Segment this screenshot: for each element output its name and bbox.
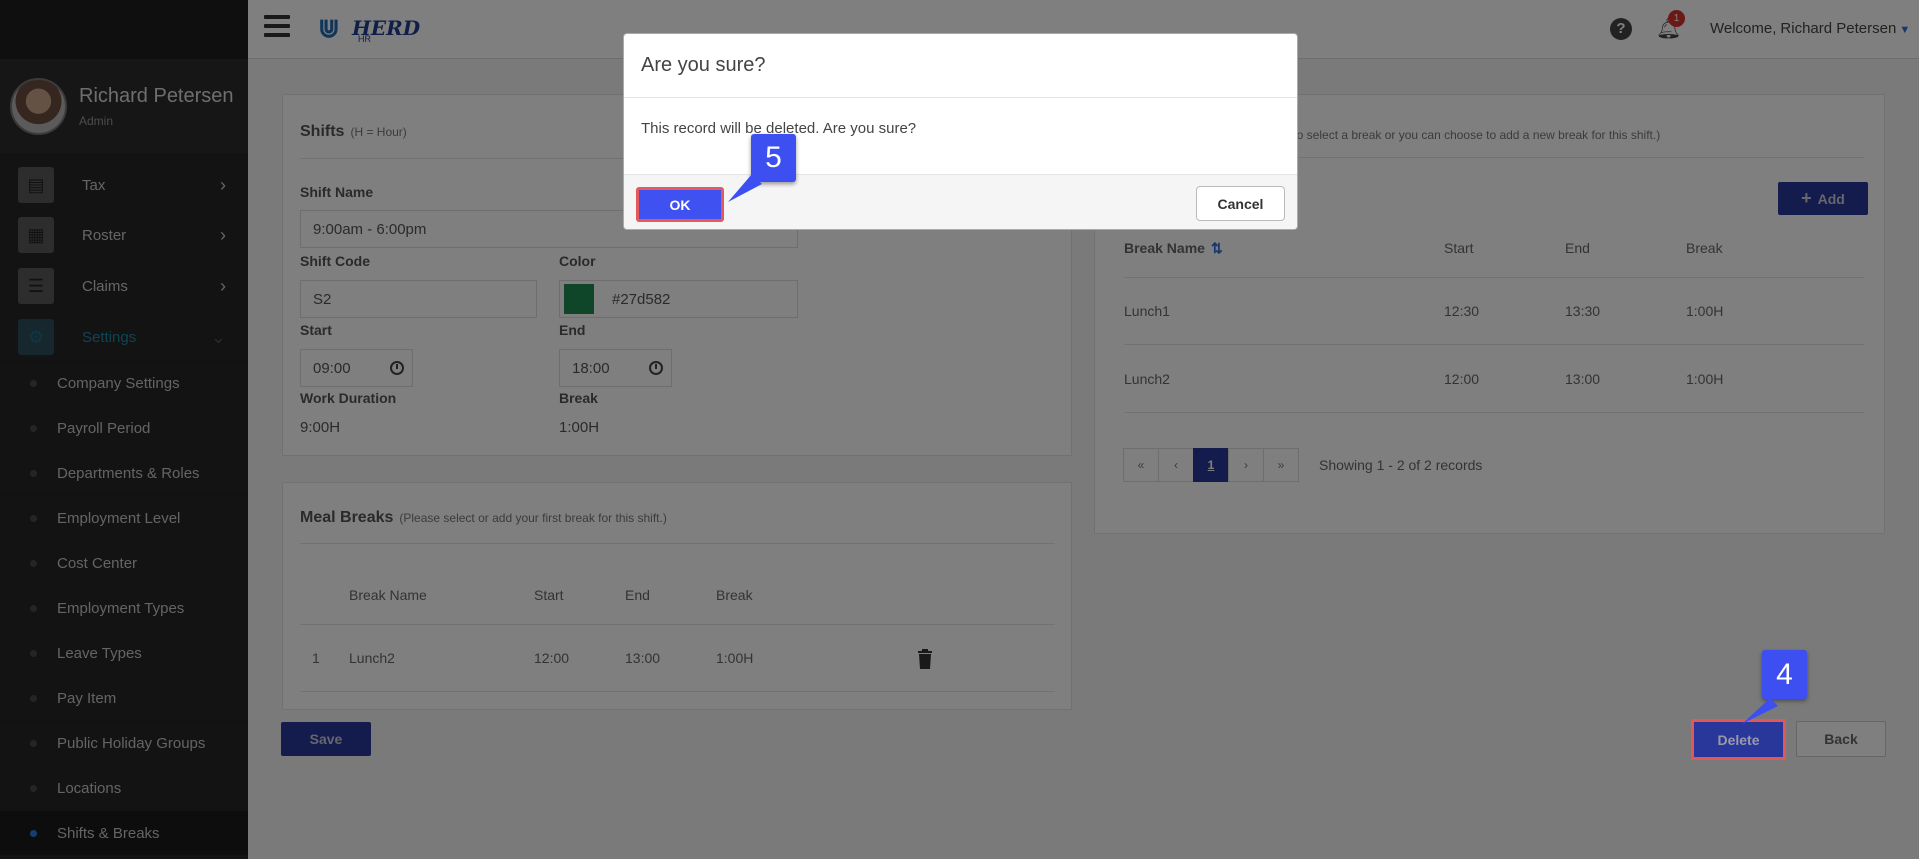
dialog-footer: OK Cancel xyxy=(624,174,1297,229)
confirm-dialog: Are you sure? This record will be delete… xyxy=(623,33,1298,230)
dialog-title: Are you sure? xyxy=(624,34,1297,98)
callout-arrow-icon xyxy=(1742,698,1778,724)
callout-arrow-icon xyxy=(728,174,762,202)
ok-button[interactable]: OK xyxy=(636,187,724,222)
cancel-button[interactable]: Cancel xyxy=(1196,186,1285,221)
